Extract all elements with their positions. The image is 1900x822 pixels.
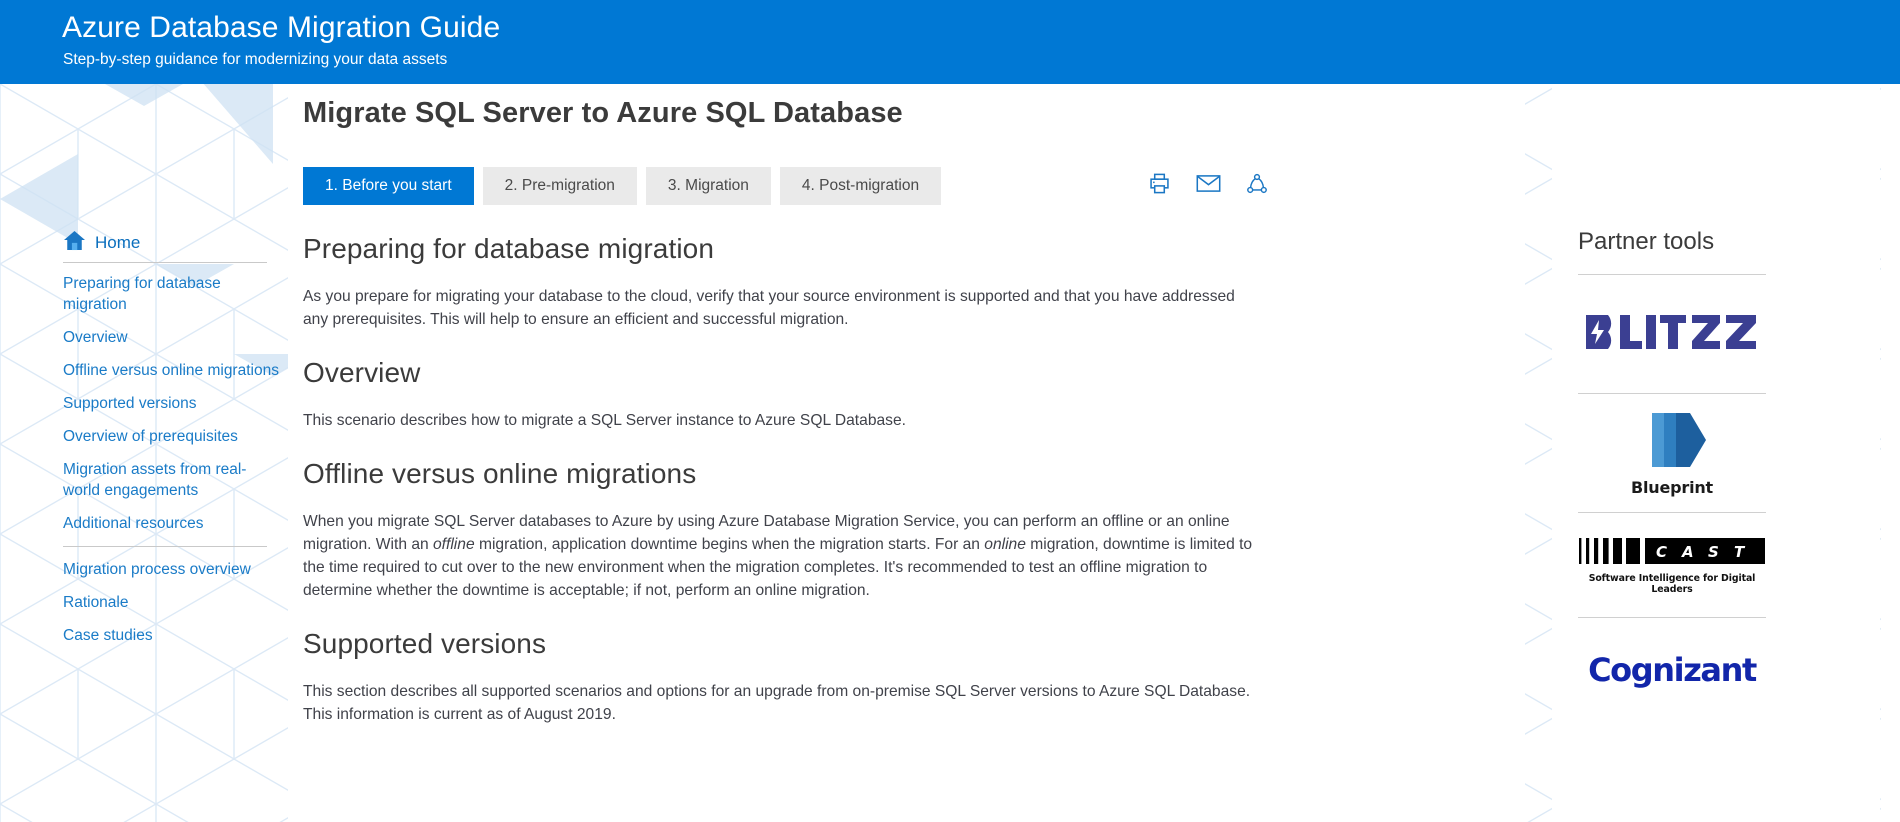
section-heading-preparing: Preparing for database migration xyxy=(303,233,1261,265)
svg-text:C: C xyxy=(1656,543,1667,561)
print-icon[interactable] xyxy=(1148,172,1171,195)
page-title: Migrate SQL Server to Azure SQL Database xyxy=(303,97,903,130)
sidebar-item-overview[interactable]: Overview xyxy=(63,327,281,348)
site-header: Azure Database Migration Guide Step-by-s… xyxy=(0,0,1900,84)
blueprint-wordmark: Blueprint xyxy=(1624,478,1720,497)
section-paragraph-preparing: As you prepare for migrating your databa… xyxy=(303,285,1261,331)
site-subtitle: Step-by-step guidance for modernizing yo… xyxy=(63,50,447,70)
cognizant-logo[interactable]: Cognizant xyxy=(1578,618,1766,722)
sidebar-item-case-studies[interactable]: Case studies xyxy=(63,625,281,646)
email-icon[interactable] xyxy=(1196,174,1221,193)
sidebar-divider-bottom xyxy=(63,546,267,547)
tab-migration[interactable]: 3. Migration xyxy=(646,167,771,205)
blueprint-logo[interactable]: Blueprint xyxy=(1578,394,1766,512)
partner-tools-title: Partner tools xyxy=(1578,228,1858,256)
sidebar-item-offline-versus-online-migrations[interactable]: Offline versus online migrations xyxy=(63,360,281,381)
home-icon xyxy=(63,230,86,256)
page-actions xyxy=(1148,172,1268,195)
blitzz-logo[interactable] xyxy=(1578,275,1766,393)
svg-text:A: A xyxy=(1681,543,1694,561)
sidebar-item-overview-of-prerequisites[interactable]: Overview of prerequisites xyxy=(63,426,281,447)
sidebar-item-preparing-for-database-migration[interactable]: Preparing for database migration xyxy=(63,273,281,315)
share-icon[interactable] xyxy=(1246,173,1268,195)
page-root: Azure Database Migration Guide Step-by-s… xyxy=(0,0,1900,822)
section-paragraph-supported-versions: This section describes all supported sce… xyxy=(303,680,1261,726)
sidebar-item-migration-assets[interactable]: Migration assets from real-world engagem… xyxy=(63,459,281,501)
p3-part-b: migration, application downtime begins w… xyxy=(475,536,985,553)
step-tabs: 1. Before you start 2. Pre-migration 3. … xyxy=(303,167,941,205)
cast-tagline: Software Intelligence for Digital Leader… xyxy=(1577,573,1767,595)
cast-logo[interactable]: CAST Software Intelligence for Digital L… xyxy=(1578,513,1766,617)
tab-post-migration[interactable]: 4. Post-migration xyxy=(780,167,941,205)
home-label: Home xyxy=(95,233,140,253)
tab-pre-migration[interactable]: 2. Pre-migration xyxy=(483,167,637,205)
sidebar-item-supported-versions[interactable]: Supported versions xyxy=(63,393,281,414)
tab-before-you-start[interactable]: 1. Before you start xyxy=(303,167,474,205)
svg-text:T: T xyxy=(1734,543,1746,561)
site-title: Azure Database Migration Guide xyxy=(62,9,500,47)
p3-emphasis-offline: offline xyxy=(433,536,475,553)
cognizant-wordmark: Cognizant xyxy=(1588,651,1756,689)
section-paragraph-offline-vs-online: When you migrate SQL Server databases to… xyxy=(303,510,1261,602)
p3-emphasis-online: online xyxy=(984,536,1026,553)
left-navigation: Home Preparing for database migration Ov… xyxy=(63,230,281,658)
svg-text:S: S xyxy=(1708,543,1719,561)
sidebar-item-migration-process-overview[interactable]: Migration process overview xyxy=(63,559,281,580)
sidebar-item-rationale[interactable]: Rationale xyxy=(63,592,281,613)
section-heading-supported-versions: Supported versions xyxy=(303,628,1261,660)
section-heading-overview: Overview xyxy=(303,357,1261,389)
section-paragraph-overview: This scenario describes how to migrate a… xyxy=(303,409,1261,432)
section-heading-offline-vs-online: Offline versus online migrations xyxy=(303,458,1261,490)
sidebar-divider-top xyxy=(63,262,267,263)
sidebar-item-home[interactable]: Home xyxy=(63,230,281,256)
partner-tools-panel: Partner tools xyxy=(1578,228,1858,722)
main-article: Preparing for database migration As you … xyxy=(303,233,1261,752)
right-edge-strip xyxy=(1881,84,1900,822)
sidebar-item-additional-resources[interactable]: Additional resources xyxy=(63,513,281,534)
